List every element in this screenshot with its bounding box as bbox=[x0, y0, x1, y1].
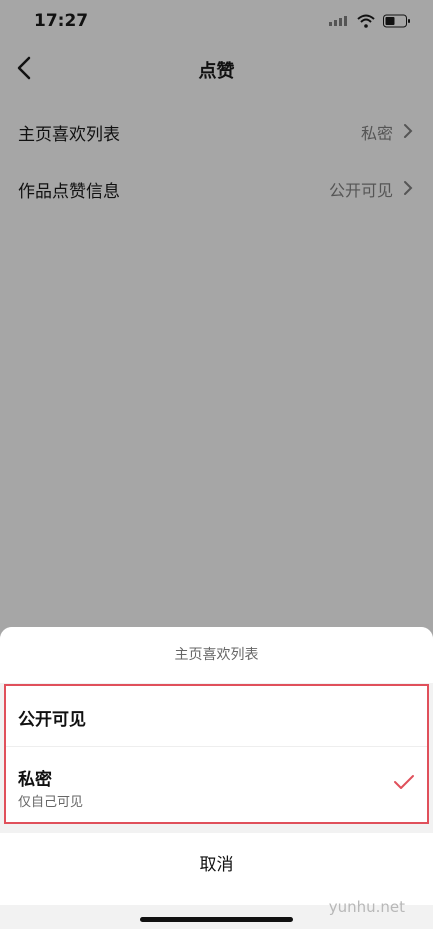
status-icons bbox=[329, 14, 411, 28]
chevron-right-icon bbox=[404, 181, 413, 195]
setting-row-liked-list[interactable]: 主页喜欢列表 私密 bbox=[0, 103, 433, 159]
setting-row-like-info[interactable]: 作品点赞信息 公开可见 bbox=[0, 160, 433, 216]
setting-label: 主页喜欢列表 bbox=[18, 125, 120, 145]
sheet-title: 主页喜欢列表 bbox=[0, 627, 433, 683]
watermark: yunhu.net bbox=[328, 898, 405, 916]
home-indicator bbox=[140, 917, 293, 922]
signal-icon bbox=[329, 16, 347, 26]
option-private[interactable]: 私密 仅自己可见 bbox=[6, 747, 427, 822]
page-title: 点赞 bbox=[198, 61, 235, 82]
bottom-sheet: 主页喜欢列表 公开可见 私密 仅自己可见 取消 bbox=[0, 627, 433, 929]
setting-value: 私密 bbox=[360, 124, 393, 143]
status-time: 17:27 bbox=[34, 11, 89, 31]
wifi-icon bbox=[357, 14, 375, 28]
option-sublabel: 仅自己可见 bbox=[18, 795, 84, 810]
status-bar: 17:27 bbox=[0, 0, 433, 44]
option-public[interactable]: 公开可见 bbox=[6, 686, 427, 747]
setting-label: 作品点赞信息 bbox=[18, 182, 120, 202]
option-label: 私密 bbox=[18, 770, 52, 790]
option-label: 公开可见 bbox=[18, 710, 86, 730]
battery-icon bbox=[383, 14, 410, 28]
checkmark-icon bbox=[394, 775, 414, 789]
nav-bar: 点赞 bbox=[0, 44, 433, 94]
options-group: 公开可见 私密 仅自己可见 bbox=[4, 684, 429, 824]
setting-value: 公开可见 bbox=[328, 181, 393, 200]
cancel-button[interactable]: 取消 bbox=[0, 833, 433, 905]
chevron-right-icon bbox=[404, 124, 413, 138]
